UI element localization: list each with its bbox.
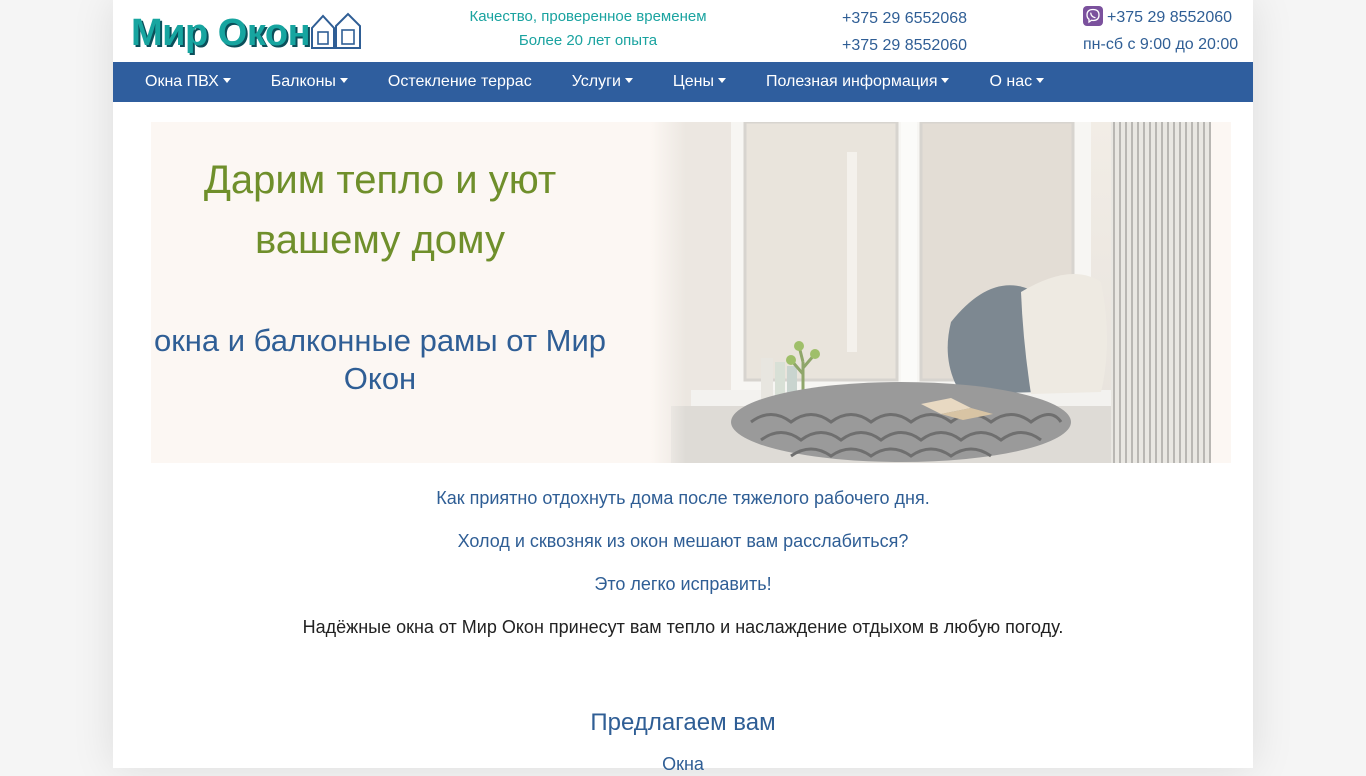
nav-label: Окна ПВХ — [145, 73, 219, 90]
caret-down-icon — [717, 78, 726, 83]
hero-title: Дарим тепло и уют вашему дому — [203, 158, 557, 262]
caret-down-icon — [1036, 78, 1045, 83]
logo-text: Мир Окон — [131, 12, 311, 54]
nav-services[interactable]: Услуги — [552, 62, 653, 102]
page-container: Мир Окон Качество, проверенное временем … — [113, 0, 1253, 774]
viber-icon — [1083, 6, 1103, 26]
intro-text: Как приятно отдохнуть дома после тяжелог… — [113, 488, 1253, 660]
site-header: Мир Окон Качество, проверенное временем … — [113, 0, 1253, 62]
nav-about[interactable]: О нас — [969, 62, 1064, 102]
site-logo[interactable]: Мир Окон — [131, 10, 363, 56]
nav-label: О нас — [989, 73, 1033, 90]
offer-heading: Предлагаем вам — [590, 709, 776, 736]
phone-link-2[interactable]: +375 29 8552060 — [842, 32, 967, 59]
tagline-quality: Качество, проверенное временем — [469, 8, 707, 25]
intro-line-1: Как приятно отдохнуть дома после тяжелог… — [436, 488, 930, 508]
nav-useful-info[interactable]: Полезная информация — [746, 62, 970, 102]
hero-text: Дарим тепло и уют вашему дому окна и бал… — [151, 122, 609, 398]
nav-label: Остекление террас — [387, 73, 532, 90]
caret-down-icon — [222, 78, 231, 83]
hero-window-image — [651, 122, 1231, 463]
offer-link-windows[interactable]: Окна — [113, 752, 1253, 776]
phones-block: +375 29 6552068 +375 29 8552060 — [842, 5, 967, 59]
houses-icon — [311, 12, 361, 49]
nav-label: Полезная информация — [765, 73, 938, 90]
contacts-block: +375 29 8552060 пн-сб с 9:00 до 20:00 — [1083, 4, 1238, 58]
caret-down-icon — [624, 78, 633, 83]
viber-contact[interactable]: +375 29 8552060 — [1083, 4, 1238, 31]
intro-line-4: Надёжные окна от Мир Окон принесут вам т… — [302, 617, 1064, 637]
nav-windows-pvc[interactable]: Окна ПВХ — [113, 62, 251, 102]
tagline: Качество, проверенное временем Более 20 … — [443, 5, 733, 53]
nav-terrace-glazing[interactable]: Остекление террас — [368, 62, 552, 102]
tagline-experience: Более 20 лет опыта — [518, 32, 658, 49]
working-hours: пн-сб с 9:00 до 20:00 — [1083, 36, 1239, 53]
nav-balconies[interactable]: Балконы — [251, 62, 368, 102]
intro-line-3: Это легко исправить! — [594, 574, 772, 594]
caret-down-icon — [941, 78, 950, 83]
viber-phone: +375 29 8552060 — [1107, 9, 1233, 26]
phone-link-1[interactable]: +375 29 6552068 — [842, 5, 967, 32]
intro-line-2: Холод и сквозняк из окон мешают вам расс… — [457, 531, 909, 551]
nav-label: Балконы — [270, 73, 336, 90]
hero-subtitle: окна и балконные рамы от Мир Окон — [153, 323, 607, 396]
nav-label: Цены — [672, 73, 714, 90]
nav-prices[interactable]: Цены — [653, 62, 746, 102]
hero-banner: Дарим тепло и уют вашему дому окна и бал… — [151, 122, 1231, 463]
main-nav: Окна ПВХ Балконы Остекление террас Услуг… — [113, 62, 1253, 102]
caret-down-icon — [339, 78, 348, 83]
nav-label: Услуги — [571, 73, 621, 90]
